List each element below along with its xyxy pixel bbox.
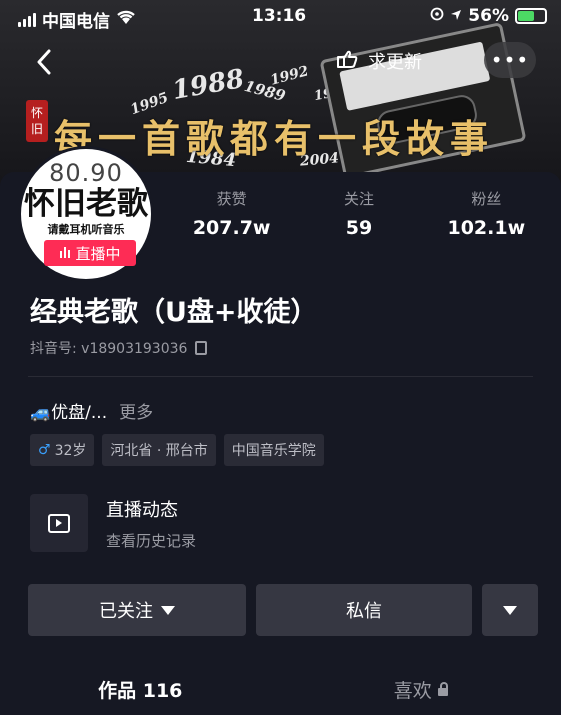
avatar-number: 80.90 bbox=[49, 159, 123, 187]
avatar-sub-text: 请戴耳机听音乐 bbox=[47, 223, 125, 236]
tag-school[interactable]: 中国音乐学院 bbox=[223, 434, 324, 466]
caret-down-icon bbox=[161, 605, 175, 615]
avatar-main-text: 怀旧老歌 bbox=[24, 186, 148, 222]
battery-icon bbox=[515, 8, 547, 24]
profile-stats: 获赞 207.7w 关注 59 粉丝 102.1w bbox=[168, 188, 550, 239]
douyin-id: 抖音号: v18903193036 bbox=[30, 338, 208, 358]
content-tabs: 作品 116 喜欢 bbox=[0, 676, 561, 703]
action-buttons: 已关注 私信 bbox=[28, 584, 538, 636]
tv-icon bbox=[30, 494, 88, 552]
back-button[interactable] bbox=[36, 48, 52, 83]
tab-likes-label: 喜欢 bbox=[393, 680, 432, 702]
recommend-dropdown-button[interactable] bbox=[482, 584, 538, 636]
request-update-button[interactable]: 求更新 bbox=[336, 48, 422, 74]
stat-label: 关注 bbox=[343, 190, 374, 208]
caret-down-icon bbox=[503, 605, 517, 615]
tag-age-text: 32岁 bbox=[54, 443, 87, 459]
tag-gender-age: ♂ 32岁 bbox=[30, 434, 95, 466]
banner-seal: 怀旧 bbox=[26, 100, 48, 142]
signal-icon bbox=[18, 12, 36, 27]
stat-value: 207.7w bbox=[192, 217, 271, 239]
banner-year: 1992 bbox=[268, 63, 311, 89]
lock-icon bbox=[437, 681, 448, 696]
copy-icon[interactable] bbox=[195, 341, 208, 355]
stat-likes[interactable]: 获赞 207.7w bbox=[168, 188, 295, 239]
orientation-lock-icon bbox=[430, 6, 444, 26]
clock: 13:16 bbox=[252, 6, 307, 26]
wifi-icon bbox=[116, 9, 136, 30]
location-icon bbox=[450, 6, 462, 26]
douyin-id-text: 抖音号: v18903193036 bbox=[30, 341, 188, 357]
male-icon: ♂ bbox=[38, 442, 51, 458]
live-dynamic-entry[interactable]: 直播动态 查看历史记录 bbox=[30, 494, 196, 552]
live-badge-label: 直播中 bbox=[75, 244, 121, 263]
request-update-label: 求更新 bbox=[368, 52, 422, 73]
bio-text: 🚙优盘/... bbox=[30, 403, 108, 423]
live-dynamic-title: 直播动态 bbox=[106, 499, 178, 521]
stat-value: 59 bbox=[345, 217, 373, 239]
stat-following[interactable]: 关注 59 bbox=[295, 188, 422, 239]
tag-location: 河北省 · 邢台市 bbox=[102, 434, 216, 466]
pointing-hand-icon bbox=[336, 49, 358, 74]
chevron-left-icon bbox=[37, 49, 51, 75]
divider bbox=[28, 376, 533, 377]
followed-button[interactable]: 已关注 bbox=[28, 584, 246, 636]
stat-label: 获赞 bbox=[216, 190, 247, 208]
profile-bio: 🚙优盘/... 更多 bbox=[30, 398, 153, 423]
banner-year: 1988 bbox=[169, 63, 247, 107]
live-badge[interactable]: 直播中 bbox=[44, 240, 136, 266]
profile-nickname: 经典老歌（U盘+收徒） bbox=[30, 297, 318, 328]
live-bars-icon bbox=[59, 244, 71, 262]
more-options-button[interactable]: ••• bbox=[484, 42, 536, 78]
stat-followers[interactable]: 粉丝 102.1w bbox=[423, 188, 550, 239]
live-dynamic-subtitle: 查看历史记录 bbox=[106, 531, 197, 550]
tab-works[interactable]: 作品 116 bbox=[0, 676, 281, 703]
message-button[interactable]: 私信 bbox=[256, 584, 472, 636]
battery-percent: 56% bbox=[468, 6, 509, 26]
followed-label: 已关注 bbox=[99, 601, 153, 622]
profile-tags: ♂ 32岁 河北省 · 邢台市 中国音乐学院 bbox=[30, 434, 324, 466]
message-label: 私信 bbox=[346, 601, 382, 622]
status-bar: 中国电信 13:16 56% bbox=[0, 0, 561, 34]
bio-more-link[interactable]: 更多 bbox=[119, 398, 153, 423]
stat-label: 粉丝 bbox=[471, 190, 502, 208]
carrier-label: 中国电信 bbox=[42, 12, 110, 32]
tab-likes[interactable]: 喜欢 bbox=[281, 676, 561, 703]
stat-value: 102.1w bbox=[447, 217, 526, 239]
